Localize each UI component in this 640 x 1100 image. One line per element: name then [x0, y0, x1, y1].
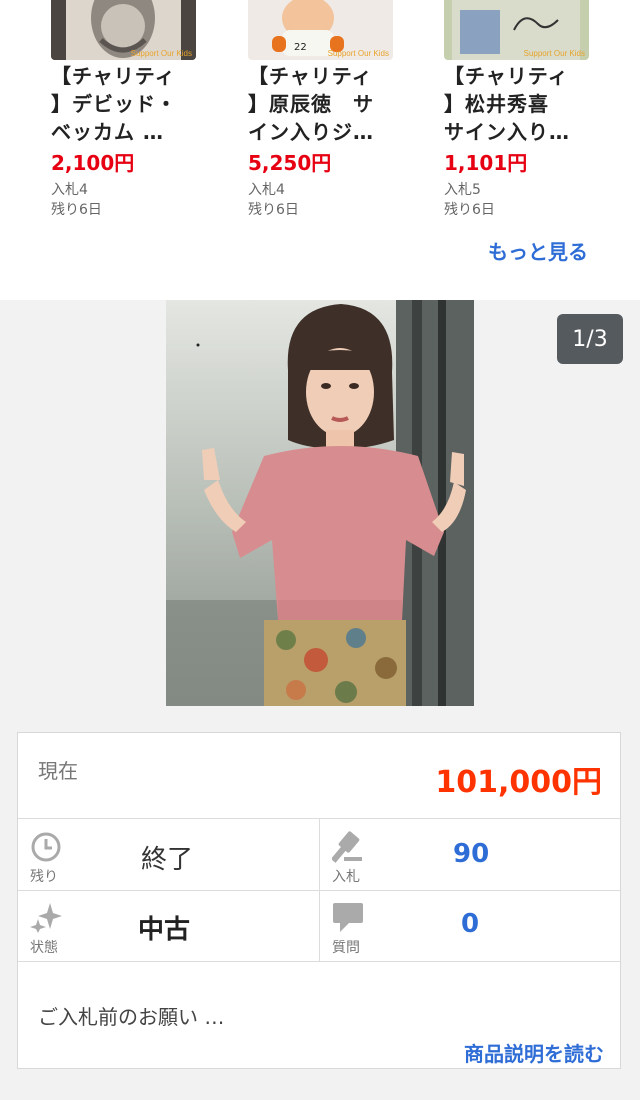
gavel-icon [332, 831, 362, 863]
thumbnail-watermark: Support Our Kids [327, 49, 389, 58]
bids-value[interactable]: 90 [453, 839, 489, 869]
item-bids: 入札4 [51, 182, 88, 198]
item-title-line: 】松井秀喜 [444, 92, 549, 116]
item-remaining: 残り6日 [248, 202, 299, 218]
item-thumbnail[interactable]: Support Our Kids [444, 0, 589, 60]
condition-value: 中古 [138, 915, 191, 945]
remaining-value: 終了 [141, 845, 194, 875]
item-title-line: 】デビッド・ [51, 92, 177, 116]
auction-info-section: 現在 101,000円 残り 終了 入札 90 状態 中古 質問 0 ご入札前の… [0, 715, 640, 1100]
item-title-line: ベッカム … [51, 120, 164, 144]
item-title-line: サイン入り… [444, 120, 570, 144]
item-thumbnail[interactable]: 22 Support Our Kids [248, 0, 393, 60]
related-item-card[interactable]: 22 Support Our Kids 【チャリティ 】原辰徳 サ イン入りジ…… [248, 0, 398, 220]
item-title[interactable]: 【チャリティ 】デビッド・ [51, 62, 201, 118]
item-title-line: 】原辰徳 サ [248, 92, 374, 116]
remaining-caption: 残り [30, 869, 58, 885]
photo-page-counter: 1/3 [557, 314, 623, 364]
condition-caption: 状態 [30, 940, 58, 956]
related-item-card[interactable]: Support Our Kids 【チャリティ 】松井秀喜 サイン入り… 1,1… [444, 0, 594, 220]
item-title-line: 【チャリティ [51, 64, 176, 88]
divider [319, 819, 320, 961]
item-title-line: イン入りジ… [248, 120, 374, 144]
item-photo[interactable] [166, 300, 474, 706]
questions-caption: 質問 [332, 940, 360, 956]
item-title-line: 【チャリティ [248, 64, 373, 88]
item-thumbnail[interactable]: Support Our Kids [51, 0, 196, 60]
item-bids: 入札4 [248, 182, 285, 198]
thumbnail-watermark: Support Our Kids [130, 49, 192, 58]
divider [18, 961, 620, 962]
auction-info-box: 現在 101,000円 残り 終了 入札 90 状態 中古 質問 0 ご入札前の… [17, 732, 621, 1069]
item-price: 1,101円 [444, 151, 528, 175]
item-title[interactable]: 【チャリティ 】原辰徳 サ [248, 62, 398, 118]
item-price: 5,250円 [248, 151, 332, 175]
speech-bubble-icon [333, 903, 363, 932]
bid-notice-text: ご入札前のお願い … [38, 1005, 225, 1029]
item-remaining: 残り6日 [444, 202, 495, 218]
read-description-link[interactable]: 商品説明を読む [464, 1038, 604, 1067]
current-price-label: 現在 [38, 759, 78, 783]
photo-image [166, 300, 474, 706]
item-price: 2,100円 [51, 151, 135, 175]
current-price-value: 101,000円 [435, 765, 602, 800]
sparkle-icon [30, 903, 62, 933]
item-title[interactable]: 【チャリティ 】松井秀喜 [444, 62, 594, 118]
related-item-card[interactable]: Support Our Kids 【チャリティ 】デビッド・ ベッカム … 2,… [51, 0, 201, 220]
photo-gallery[interactable]: 1/3 [0, 300, 640, 715]
questions-value[interactable]: 0 [461, 909, 479, 939]
related-items-section: Support Our Kids 【チャリティ 】デビッド・ ベッカム … 2,… [0, 0, 640, 300]
svg-text:22: 22 [294, 42, 307, 53]
see-more-link[interactable]: もっと見る [488, 236, 588, 265]
item-bids: 入札5 [444, 182, 481, 198]
item-remaining: 残り6日 [51, 202, 102, 218]
item-title-line: 【チャリティ [444, 64, 569, 88]
bids-caption: 入札 [332, 869, 360, 885]
clock-icon [31, 832, 61, 862]
thumbnail-watermark: Support Our Kids [523, 49, 585, 58]
